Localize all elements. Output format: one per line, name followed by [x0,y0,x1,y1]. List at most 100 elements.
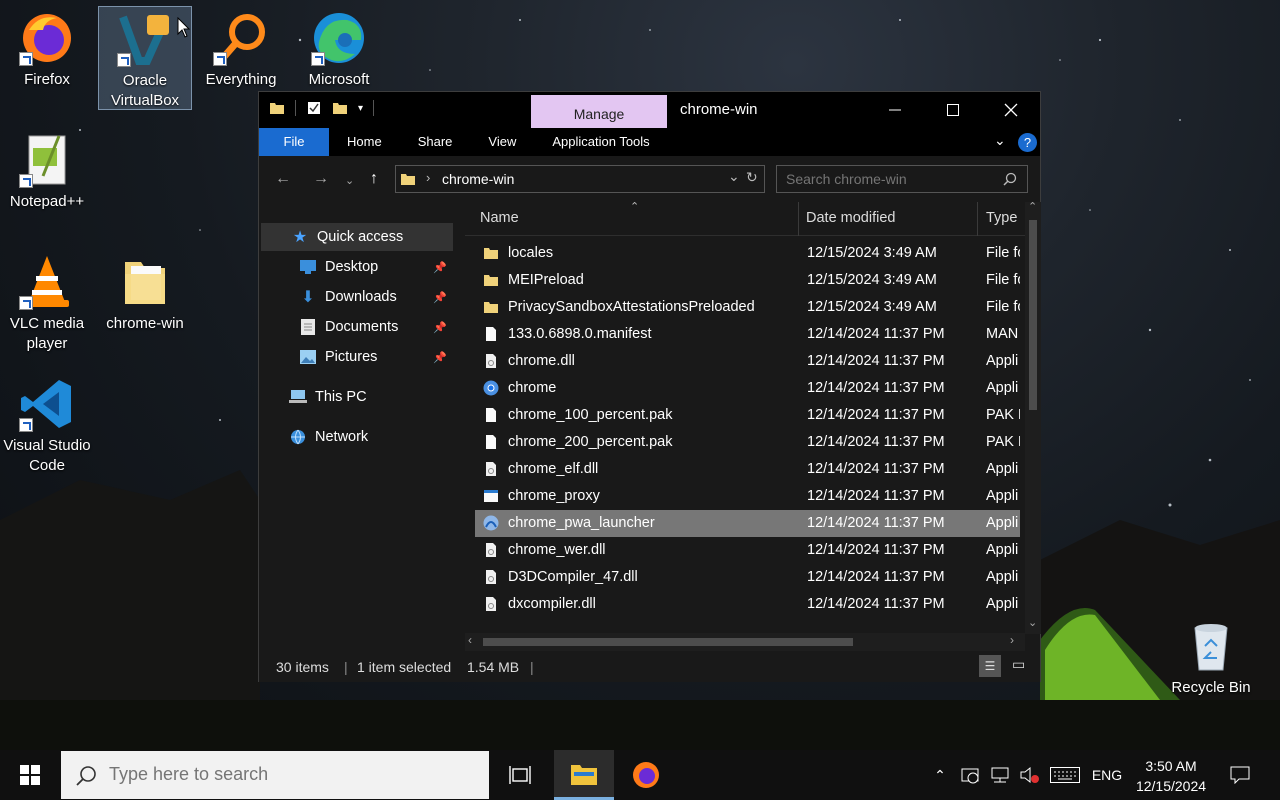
scroll-right-icon[interactable]: › [1010,633,1014,647]
file-date-modified: 12/14/2024 11:37 PM [807,407,945,423]
recent-locations-button[interactable]: ⌄ [345,174,354,187]
desktop-icon-notepadpp[interactable]: Notepad++ [2,132,92,212]
customize-toolbar-icon[interactable]: ▾ [358,103,363,114]
notepadpp-icon [19,132,75,188]
search-box[interactable] [776,165,1028,193]
properties-icon[interactable] [306,100,322,116]
file-type: Appli [986,353,1019,369]
explorer-window[interactable]: ▾ Manage chrome-win File Home Share View… [258,91,1041,682]
vertical-scroll-thumb[interactable] [1029,220,1037,410]
tray-language[interactable]: ENG [1088,750,1126,800]
nav-pictures[interactable]: Pictures 📌 [299,343,453,371]
details-view-button[interactable]: ☰ [979,655,1001,677]
nav-documents[interactable]: Documents 📌 [299,313,453,341]
column-header-date[interactable]: Date modified [806,210,895,226]
address-field[interactable]: › chrome-win ⌄ ↻ [395,165,765,193]
file-row[interactable]: chrome 12/14/2024 11:37 PM Appli [475,375,1020,402]
column-header-name[interactable]: Name [480,210,519,226]
tab-share[interactable]: Share [400,128,471,156]
tray-volume-icon[interactable] [1016,750,1044,800]
file-row[interactable]: chrome_pwa_launcher 12/14/2024 11:37 PM Ap… [475,510,1020,537]
horizontal-scroll-thumb[interactable] [483,638,853,646]
help-icon[interactable]: ? [1018,133,1037,152]
forward-button[interactable]: → [313,170,329,188]
file-row[interactable]: dxcompiler.dll 12/14/2024 11:37 PM Appli [475,591,1020,618]
tab-file[interactable]: File [259,128,329,156]
tab-application-tools[interactable]: Application Tools [534,128,667,156]
file-type: PAK F [986,407,1020,423]
tab-home[interactable]: Home [329,128,400,156]
minimize-button[interactable] [866,92,924,128]
pin-icon[interactable]: 📌 [433,261,447,274]
desktop-icon-chrome-win-folder[interactable]: chrome-win [100,254,190,334]
file-row[interactable]: MEIPreload 12/15/2024 3:49 AM File fo [475,267,1020,294]
file-type: PAK F [986,434,1020,450]
start-button[interactable] [0,750,60,800]
scroll-down-icon[interactable]: ⌄ [1028,616,1037,629]
file-list[interactable]: Name ⌃ Date modified Type locales 12/15/2… [465,202,1025,634]
nav-desktop[interactable]: Desktop 📌 [299,253,453,281]
status-size: 1.54 MB [467,659,520,675]
file-row[interactable]: PrivacySandboxAttestationsPreloaded 12/15… [475,294,1020,321]
horizontal-scrollbar[interactable]: ‹ › [465,633,1025,651]
pin-icon[interactable]: 📌 [433,321,447,334]
file-name: chrome_proxy [508,488,600,504]
scroll-up-icon[interactable]: ⌃ [1028,200,1037,213]
breadcrumb-chrome-win[interactable]: chrome-win [442,171,514,187]
action-center-button[interactable] [1222,750,1258,800]
file-row[interactable]: chrome_proxy 12/14/2024 11:37 PM Appli [475,483,1020,510]
nav-quick-access[interactable]: ★ Quick access [261,223,453,251]
close-button[interactable] [982,92,1040,128]
pin-icon[interactable]: 📌 [433,291,447,304]
file-row[interactable]: chrome_wer.dll 12/14/2024 11:37 PM Appli [475,537,1020,564]
nav-network[interactable]: Network [289,423,453,451]
desktop-icon-label: Notepad++ [9,193,85,210]
taskbar-search[interactable] [61,751,489,799]
tray-keyboard-icon[interactable] [1048,750,1082,800]
expand-ribbon-icon[interactable]: ⌄ [994,132,1006,149]
nav-this-pc[interactable]: This PC [289,383,453,411]
download-arrow-icon: ⬇ [301,289,315,306]
search-input[interactable] [786,171,996,187]
tray-clock[interactable]: 3:50 AM 12/15/2024 [1128,756,1214,796]
maximize-button[interactable] [924,92,982,128]
file-row[interactable]: chrome_elf.dll 12/14/2024 11:37 PM Appli [475,456,1020,483]
desktop-icon-firefox[interactable]: Firefox [2,10,92,90]
desktop-icon-everything[interactable]: Everything [196,10,286,90]
vertical-scrollbar[interactable]: ⌃ ⌄ [1025,200,1041,634]
tray-network-icon[interactable] [986,750,1014,800]
desktop-icon-vlc[interactable]: VLC media player [2,254,92,354]
title-bar[interactable]: ▾ Manage chrome-win [259,92,1040,129]
task-view-button[interactable] [490,750,550,800]
taskbar-file-explorer[interactable] [554,750,614,800]
file-row[interactable]: chrome_200_percent.pak 12/14/2024 11:37 P… [475,429,1020,456]
refresh-icon[interactable]: ↻ [746,169,758,186]
pin-icon[interactable]: 📌 [433,351,447,364]
file-row[interactable]: 133.0.6898.0.manifest 12/14/2024 11:37 PM… [475,321,1020,348]
show-hidden-icons-button[interactable]: ⌃ [928,750,952,800]
taskbar-firefox[interactable] [616,750,676,800]
file-row[interactable]: chrome_100_percent.pak 12/14/2024 11:37 P… [475,402,1020,429]
up-button[interactable]: ↑ [370,170,378,188]
column-header-type[interactable]: Type [986,210,1017,226]
file-row[interactable]: chrome.dll 12/14/2024 11:37 PM Appli [475,348,1020,375]
large-icons-view-button[interactable]: ▭ [1012,656,1025,673]
taskbar-search-input[interactable] [109,764,469,785]
desktop-icon-vscode[interactable]: Visual Studio Code [2,376,92,476]
file-date-modified: 12/14/2024 11:37 PM [807,380,945,396]
address-dropdown-icon[interactable]: ⌄ [728,168,740,185]
file-type: MAN [986,326,1019,342]
new-folder-icon[interactable] [332,100,348,116]
nav-downloads[interactable]: ⬇ Downloads 📌 [299,283,453,311]
desktop-icon-edge[interactable]: Microsoft [294,10,384,90]
tab-view[interactable]: View [470,128,534,156]
back-button[interactable]: ← [275,170,291,188]
tray-security-icon[interactable] [956,750,984,800]
desktop-icon-recycle-bin[interactable]: Recycle Bin [1166,618,1256,698]
file-row[interactable]: D3DCompiler_47.dll 12/14/2024 11:37 PM App… [475,564,1020,591]
file-row[interactable]: locales 12/15/2024 3:49 AM File fo [475,240,1020,267]
scroll-left-icon[interactable]: ‹ [468,633,472,647]
tab-manage[interactable]: Manage [531,95,667,129]
chrome-icon [483,380,499,396]
file-type: Appli [986,461,1019,477]
